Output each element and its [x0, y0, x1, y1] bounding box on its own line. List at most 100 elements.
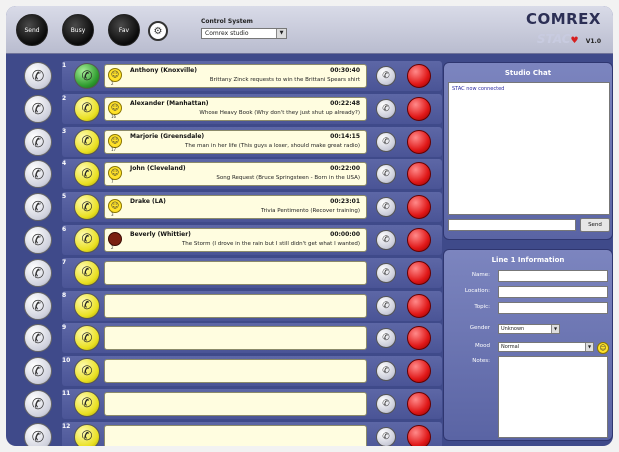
caller-name: Drake (LA) [130, 198, 166, 206]
busy-button[interactable]: Busy [62, 14, 94, 46]
handset-button[interactable]: ✆ [24, 160, 52, 189]
phone-icon: ✆ [81, 134, 93, 150]
screen-button[interactable]: ✆ [376, 229, 396, 250]
call-topic: The man in her life (This guys a loser, … [185, 142, 360, 149]
line-status-button[interactable]: ✆ [74, 95, 100, 122]
handset-icon: ✆ [382, 333, 390, 344]
notes-textarea[interactable] [498, 356, 608, 438]
handset-icon: ✆ [31, 394, 45, 413]
caller-name: Alexander (Manhattan) [130, 99, 209, 107]
line-status-button[interactable]: ✆ [74, 194, 100, 221]
gender-select[interactable]: Unknown ▼ [498, 324, 560, 334]
handset-button[interactable]: ✆ [24, 389, 52, 418]
caller-card[interactable] [104, 260, 367, 285]
phone-icon: ✆ [81, 101, 93, 117]
handset-icon: ✆ [382, 366, 390, 377]
screen-button[interactable]: ✆ [376, 393, 396, 414]
handset-icon: ✆ [382, 398, 390, 409]
line-status-button[interactable]: ✆ [74, 292, 100, 319]
chat-input[interactable] [448, 219, 576, 231]
location-field[interactable] [498, 286, 608, 298]
mood-icon: ☺ [108, 231, 122, 246]
drop-call-button[interactable] [407, 359, 431, 384]
handset-icon: ✆ [382, 202, 390, 213]
call-topic: Brittany Zinck requests to win the Britt… [209, 77, 360, 83]
screen-button[interactable]: ✆ [376, 426, 396, 446]
handset-button[interactable]: ✆ [24, 62, 52, 90]
caller-card[interactable]: ☺ 2 Anthony (Knoxville) 00:30:40 Brittany Zi… [104, 64, 367, 88]
line-status-button[interactable]: ✆ [74, 390, 100, 417]
drop-call-button[interactable] [407, 227, 431, 252]
line-status-button[interactable]: ✆ [74, 128, 100, 155]
mood-count: 3 [111, 212, 114, 218]
drop-call-button[interactable] [407, 195, 431, 220]
handset-button[interactable]: ✆ [24, 193, 52, 222]
drop-call-button[interactable] [407, 424, 431, 446]
line-status-button[interactable]: ✆ [74, 358, 100, 385]
screen-button[interactable]: ✆ [376, 262, 396, 283]
drop-call-button[interactable] [407, 391, 431, 416]
caller-card[interactable]: ☺ 2 Beverly (Whittier) 00:00:00 The Storm (I… [104, 227, 367, 252]
caller-name: Marjorie (Greensdale) [130, 132, 205, 140]
fav-button[interactable]: Fav [108, 14, 140, 46]
handset-button[interactable]: ✆ [24, 258, 52, 287]
handset-button[interactable]: ✆ [24, 291, 52, 320]
mood-icon: ☺ [108, 68, 122, 82]
top-bar: Send Busy Fav ⚙ Control System Comrex st… [6, 6, 613, 54]
mood-select[interactable]: Normal ▼ [498, 342, 594, 352]
line-status-button[interactable]: ✆ [74, 259, 100, 286]
line-number: 7 [62, 258, 67, 266]
screen-button[interactable]: ✆ [376, 66, 396, 86]
name-label: Name: [471, 272, 490, 278]
chat-send-button[interactable]: Send [580, 218, 610, 232]
chat-message: STAC now connected [452, 86, 505, 92]
drop-call-button[interactable] [407, 64, 431, 88]
mood-icon: ☺ [108, 133, 122, 148]
handset-button[interactable]: ✆ [24, 422, 52, 446]
caller-card[interactable]: ☺ 16 Alexander (Manhattan) 00:22:48 Whose He… [104, 96, 367, 121]
screen-button[interactable]: ✆ [376, 295, 396, 316]
caller-card[interactable]: ☺ 17 Marjorie (Greensdale) 00:14:15 The man … [104, 129, 367, 154]
caller-card[interactable] [104, 326, 367, 351]
call-time: 00:14:15 [330, 132, 360, 140]
handset-button[interactable]: ✆ [24, 357, 52, 386]
stac-window: Send Busy Fav ⚙ Control System Comrex st… [6, 6, 613, 446]
handset-button[interactable]: ✆ [24, 324, 52, 353]
send-button[interactable]: Send [16, 14, 48, 46]
call-lines: ✆ 1 ✆ ☺ 2 Anthony (Knoxville) 00:30:40 Brittany… [24, 59, 444, 446]
line-number: 11 [62, 389, 71, 397]
settings-button[interactable]: ⚙ [148, 21, 168, 41]
handset-button[interactable]: ✆ [24, 94, 52, 123]
phone-icon: ✆ [81, 232, 93, 248]
drop-call-button[interactable] [407, 260, 431, 285]
line-status-button[interactable]: ✆ [74, 226, 100, 253]
handset-button[interactable]: ✆ [24, 127, 52, 156]
line-status-button[interactable]: ✆ [74, 423, 100, 446]
caller-card[interactable] [104, 359, 367, 384]
line-number: 3 [62, 127, 67, 135]
mood-count: 7 [111, 179, 114, 185]
caller-name: John (Cleveland) [130, 165, 186, 173]
caller-card[interactable] [104, 293, 367, 318]
screen-button[interactable]: ✆ [376, 131, 396, 152]
drop-call-button[interactable] [407, 96, 431, 121]
handset-icon: ✆ [31, 67, 45, 85]
studio-select[interactable]: Comrex studio ▼ [201, 28, 287, 39]
caller-card[interactable] [104, 424, 367, 446]
drop-call-button[interactable] [407, 129, 431, 154]
handset-button[interactable]: ✆ [24, 225, 52, 254]
drop-call-button[interactable] [407, 293, 431, 318]
line-number: 2 [62, 94, 67, 102]
chevron-down-icon: ▼ [276, 29, 286, 38]
handset-icon: ✆ [382, 234, 390, 245]
screen-button[interactable]: ✆ [376, 98, 396, 119]
caller-card[interactable] [104, 391, 367, 416]
topic-field[interactable] [498, 302, 608, 314]
comrex-logo: COMREX STAC♥ V1.0 [526, 10, 601, 47]
chat-log[interactable]: STAC now connected [448, 82, 610, 215]
line-status-button[interactable]: ✆ [74, 63, 100, 89]
caller-card[interactable]: ☺ 3 Drake (LA) 00:23:01 Trivia Pentimento (R… [104, 195, 367, 220]
call-line-row: ✆ 2 ✆ ☺ 16 Alexander (Manhattan) 00:22:48 Whose… [24, 92, 444, 125]
caller-card[interactable]: ☺ 7 John (Cleveland) 00:22:00 Song Request (… [104, 162, 367, 187]
name-field[interactable] [498, 270, 608, 282]
